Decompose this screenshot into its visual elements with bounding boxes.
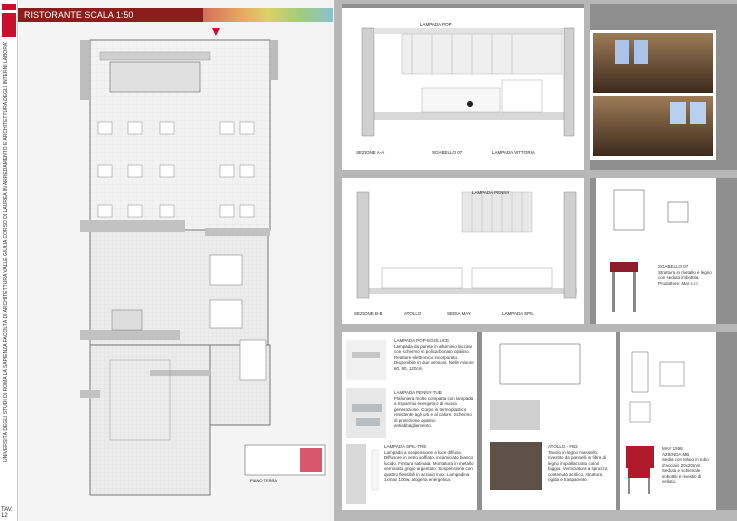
render-images [593,33,713,156]
sgabello-caption: SGABELLO 07 Struttura in metallo e legno… [658,264,712,286]
label-sedia-may: SEDIA MAY [447,311,471,316]
label-lampada-spil: LAMPADA SPIL [502,311,534,316]
section-aa-drawing [361,27,575,137]
label-atollo: ATOLLO [404,311,422,316]
table-caption: ATOLLO - FB2 Tavolo in legno massello, r… [548,444,609,482]
presentation-board: UNIVERSITÀ DEGLI STUDI DI ROMA LA SAPIEN… [0,0,737,521]
label-lampada-penny: LAMPADA PENNY [472,190,510,195]
table-drawings [490,343,581,490]
sgabello-drawings [610,189,689,312]
divider [334,324,737,332]
lamps-panel: LAMPADA POP-EGOLUCE Lampada da parete in… [342,332,477,510]
divider [334,170,737,178]
label-sezione-aa: SEZIONE A-A [356,150,385,155]
renders-panel [590,30,716,160]
lamp-spil-text: LAMPADA SPIL-TRE Lampada a sospensione a… [384,444,474,482]
floor-plan-drawing [80,28,326,496]
sgabello-panel: SGABELLO 07 Struttura in metallo e legno… [596,178,716,324]
floor-plan-panel: UNIVERSITÀ DEGLI STUDI DI ROMA LA SAPIEN… [0,0,334,521]
label-sezione-bb: SEZIONE B-B [354,311,383,316]
table-panel: ATOLLO - FB2 Tavolo in legno massello, r… [482,332,616,510]
label-lampada-pop: LAMPADA POP [420,22,452,27]
section-bb-panel: LAMPADA PENNY SEZIONE B-B ATOLLO SEDIA M… [342,178,584,324]
section-bb-drawing [356,191,577,299]
label-lampada-vittoria: LAMPADA VITTORIA [492,150,535,155]
label-sgabello: SGABELLO 07 [432,150,463,155]
keyplan-label: PIANO TERRA [250,478,278,483]
divider [334,0,342,521]
lamp-penny-text: LAMPADA PENNY-TUB Plafoniera molto compa… [394,390,474,428]
chair-panel: MAY 1598 AZIENDA MB Sedia con telaio in … [620,332,716,510]
section-aa-panel: LAMPADA POP SEZIONE A-A SGABELLO 07 LAMP… [342,8,584,170]
chair-caption: MAY 1598 AZIENDA MB Sedia con telaio in … [662,446,709,484]
lamp-pop-text: LAMPADA POP-EGOLUCE Lampada da parete in… [394,338,474,371]
